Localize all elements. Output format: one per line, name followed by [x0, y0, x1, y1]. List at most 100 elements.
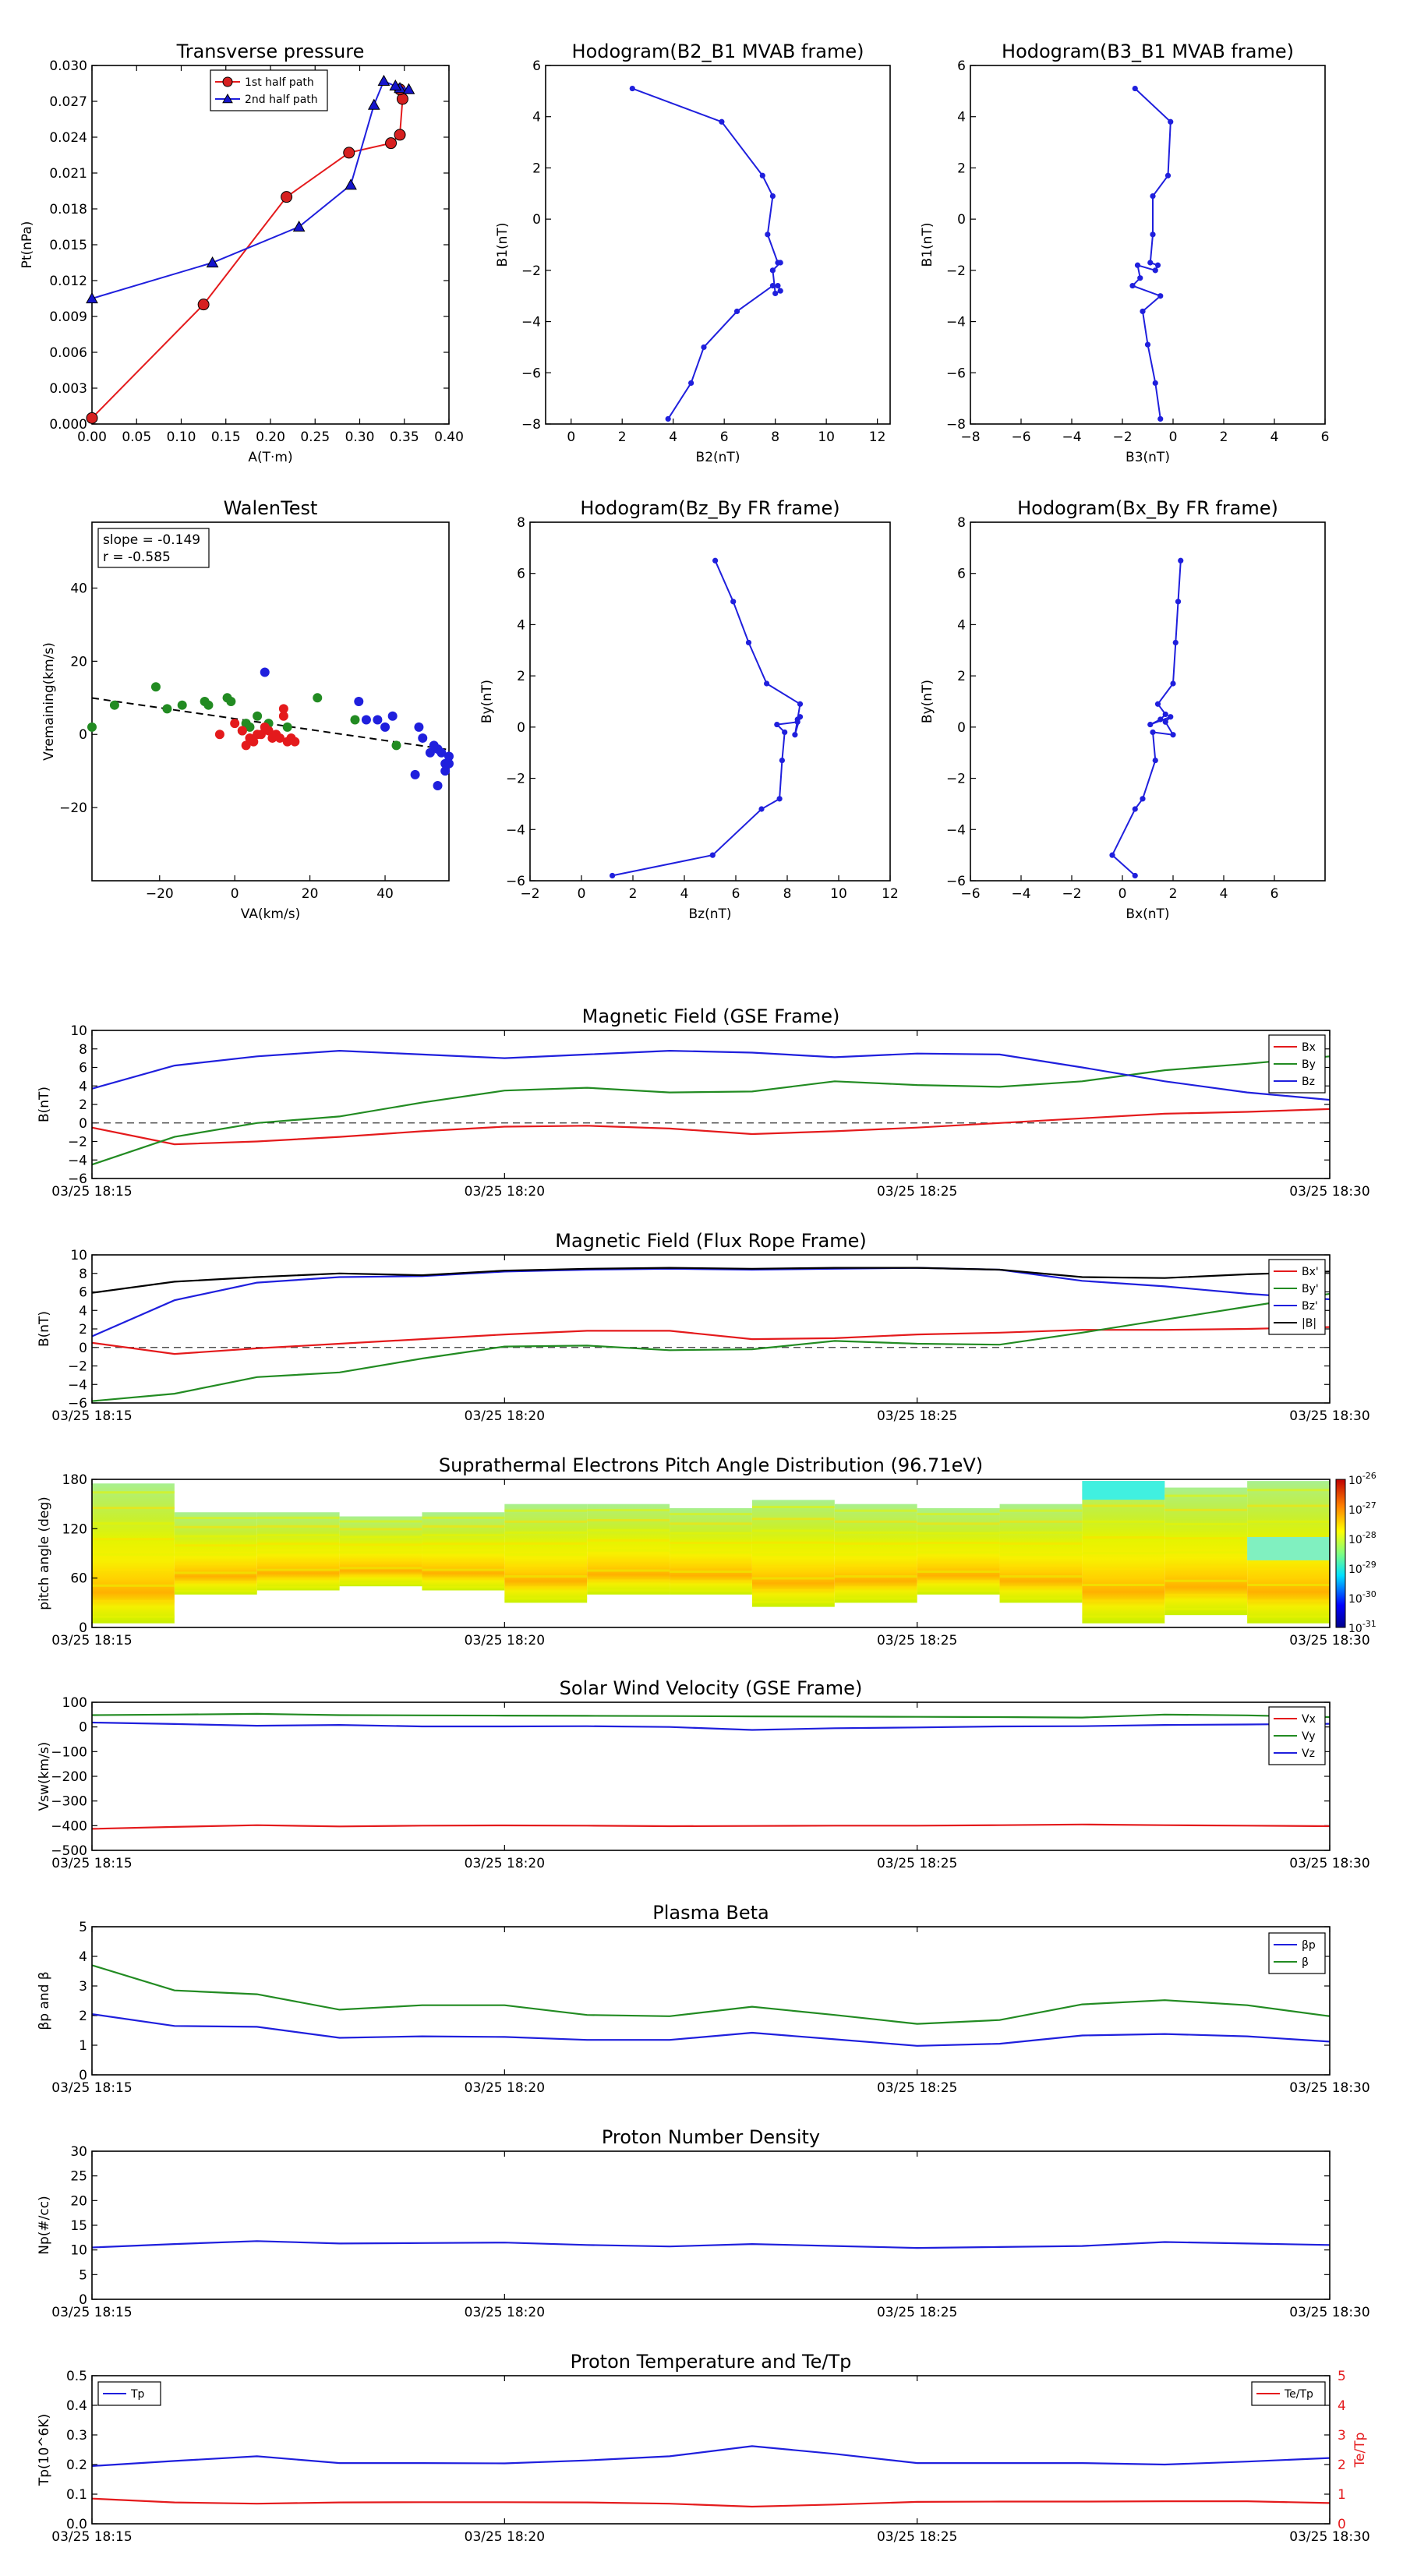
colorbar: [1335, 1479, 1346, 1628]
time-tick-label: 03/25 18:25: [877, 1408, 957, 1424]
x-tick-label: 6: [1321, 429, 1330, 445]
x-tick-label: 10: [830, 886, 847, 902]
heatmap-band: [999, 1509, 1083, 1512]
series-vy: [91, 1712, 1331, 1719]
y-tick-label: −300: [51, 1794, 87, 1810]
heatmap-cell-mid: [1247, 1536, 1330, 1560]
series-by: [91, 1055, 1331, 1166]
x-tick-label: 0.25: [300, 429, 330, 445]
data-point-red: [230, 719, 240, 729]
x-tick-label: 0: [567, 429, 575, 445]
x-tick-label: 4: [1270, 429, 1279, 445]
chart-title: Plasma Beta: [652, 1902, 769, 1924]
heatmap-band: [1164, 1537, 1248, 1540]
y-tick-label: 4: [957, 110, 966, 125]
series-vz: [91, 1721, 1331, 1731]
chart-title: WalenTest: [224, 497, 318, 519]
figure-canvas: Transverse pressure Pt(nPa) A(T·m) 0.00 0 0.0…: [0, 0, 1403, 2576]
time-tick-label: 03/25 18:25: [877, 2080, 957, 2096]
data-point: [1157, 415, 1164, 422]
heatmap-band: [587, 1579, 670, 1582]
y-tick-label: 2: [532, 161, 541, 176]
data-point: [1144, 341, 1151, 348]
plot-frame: [970, 521, 1326, 882]
heatmap-band: [256, 1516, 340, 1519]
chart-title: Solar Wind Velocity (GSE Frame): [560, 1677, 863, 1699]
x-tick-label: −6: [960, 886, 980, 902]
data-point-green: [253, 711, 263, 721]
data-point-red: [290, 737, 300, 747]
y-tick-label: 100: [62, 1695, 87, 1711]
heatmap-band: [834, 1564, 917, 1567]
y-axis-label: B(nT): [37, 1311, 52, 1347]
x-tick-label: 2: [1169, 886, 1178, 902]
colorbar-tick-label: 10-29: [1348, 1560, 1376, 1576]
plot-frame: [529, 521, 891, 882]
x-axis-label: VA(km/s): [241, 906, 300, 922]
y-tick-label: −6: [521, 366, 541, 381]
hodogram-path: [612, 560, 801, 877]
heatmap-band: [999, 1531, 1083, 1534]
heatmap-band: [1082, 1599, 1165, 1602]
heatmap-band: [1164, 1565, 1248, 1568]
data-point: [1152, 267, 1158, 274]
time-tick-label: 03/25 18:25: [877, 2529, 957, 2545]
y-tick-label: 0.018: [49, 202, 87, 217]
y-tick-label: 0.024: [49, 130, 87, 146]
y-tick-label: −400: [51, 1818, 87, 1834]
x-tick-label: 0.30: [345, 429, 375, 445]
data-point: [777, 260, 783, 266]
y-tick-label: −2: [521, 263, 541, 279]
heatmap-band: [917, 1513, 1000, 1516]
colorbar-tick-label: 10-27: [1348, 1500, 1376, 1517]
x-tick-label: 2: [629, 886, 638, 902]
y-tick-label: −4: [68, 1153, 87, 1168]
y-tick-label: −200: [51, 1769, 87, 1785]
heatmap-band: [999, 1520, 1083, 1523]
time-tick-label: 03/25 18:30: [1289, 1184, 1369, 1200]
y-axis-label: Tp(10^6K): [37, 2414, 52, 2486]
data-point: [792, 732, 798, 738]
y-tick-label: 1: [79, 2038, 87, 2054]
data-point: [797, 701, 804, 707]
x-tick-label: 0: [231, 886, 239, 902]
data-point: [1137, 275, 1143, 281]
data-point: [1140, 796, 1146, 802]
heatmap-band: [504, 1564, 588, 1567]
x-tick-label: 12: [882, 886, 899, 902]
data-point-blue: [361, 715, 371, 725]
data-point: [769, 193, 776, 200]
heatmap-band: [917, 1580, 1000, 1583]
heatmap-band: [917, 1570, 1000, 1573]
series-tp: [91, 2445, 1331, 2467]
plot-frame: [91, 1030, 1331, 1179]
colorbar-tick-base: 10: [1348, 1475, 1362, 1487]
x-tick-label: 12: [869, 429, 886, 445]
data-point: [1132, 806, 1138, 812]
chart-title: Transverse pressure: [176, 41, 365, 62]
y-axis-label: Pt(nPa): [19, 221, 35, 269]
heatmap-band: [834, 1531, 917, 1534]
data-point-blue: [444, 758, 454, 769]
y-tick-label: 0.006: [49, 345, 87, 361]
y-tick-label: −2: [946, 772, 966, 787]
data-point: [610, 872, 616, 879]
heatmap-band: [1247, 1615, 1330, 1618]
plot-frame: [91, 2150, 1331, 2300]
x-axis-label: Bz(nT): [688, 906, 731, 922]
heatmap-band: [504, 1597, 588, 1600]
heatmap-band: [834, 1597, 917, 1600]
x-axis-label: B2(nT): [696, 450, 740, 465]
x-tick-label: 0.00: [77, 429, 107, 445]
heatmap-band: [1082, 1536, 1165, 1539]
pitch-angle-heatmap: Suprathermal Electrons Pitch Angle Distr…: [37, 1454, 1376, 1648]
heatmap-band: [751, 1541, 835, 1544]
hodo-b3b1-chart: Hodogram(B3_B1 MVAB frame) B1(nT) B3(nT) −8…: [920, 41, 1329, 465]
y-tick-label: 0.003: [49, 381, 87, 397]
heatmap-band: [670, 1589, 752, 1592]
heatmap-band: [1164, 1508, 1248, 1511]
y-tick-label: 0.030: [49, 58, 87, 74]
data-point-blue: [429, 740, 439, 751]
series-tetp: [91, 2497, 1331, 2508]
heatmap-band: [256, 1577, 340, 1580]
